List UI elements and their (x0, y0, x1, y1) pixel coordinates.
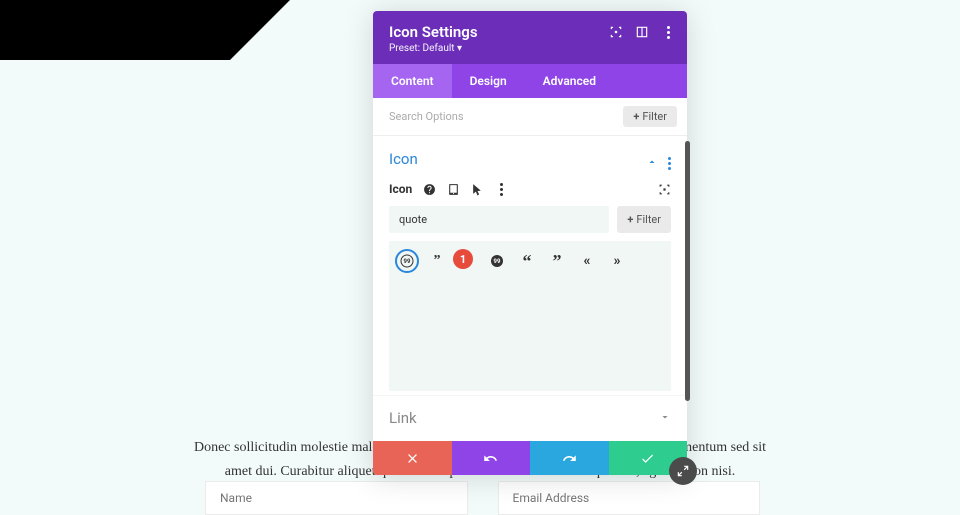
page-header-shape (0, 0, 230, 60)
icon-settings-panel: Icon Settings Preset: Default ▾ Content … (373, 11, 687, 475)
icon-field-row: Icon (389, 182, 671, 196)
search-options-input[interactable]: Search Options (383, 110, 623, 123)
search-filter-button[interactable]: +Filter (623, 106, 677, 127)
section-more-icon[interactable] (668, 148, 671, 170)
tab-advanced[interactable]: Advanced (525, 64, 614, 98)
panel-footer (373, 441, 687, 475)
hover-icon[interactable] (470, 182, 484, 196)
icon-quote-badge[interactable]: 1 (457, 251, 477, 271)
icon-search-input[interactable] (389, 206, 609, 233)
collapse-icon[interactable] (646, 153, 658, 165)
panel-header: Icon Settings Preset: Default ▾ (373, 11, 687, 64)
tab-design[interactable]: Design (452, 64, 525, 98)
resize-handle[interactable] (669, 457, 697, 485)
email-input[interactable] (498, 481, 761, 515)
tab-content[interactable]: Content (373, 64, 452, 98)
icon-quote-right-bold[interactable]: ” (547, 251, 567, 271)
more-icon[interactable] (661, 25, 675, 39)
contact-form (205, 481, 760, 515)
undo-button[interactable] (452, 441, 531, 475)
link-section[interactable]: Link (373, 395, 687, 441)
icon-field-label: Icon (389, 182, 412, 196)
redo-button[interactable] (530, 441, 609, 475)
icon-quote-circle[interactable]: 99 (397, 251, 417, 271)
link-section-title: Link (389, 409, 417, 427)
icon-filter-button[interactable]: +Filter (617, 206, 671, 233)
selection-badge: 1 (453, 249, 473, 269)
svg-text:99: 99 (404, 258, 411, 265)
chevron-down-icon (659, 408, 671, 427)
icon-quote-right-light[interactable]: ” (427, 251, 447, 271)
field-more-icon[interactable] (494, 182, 508, 196)
name-input[interactable] (205, 481, 468, 515)
search-options-row: Search Options +Filter (373, 98, 687, 136)
icon-angle-left-double[interactable]: « (577, 251, 597, 271)
dynamic-content-icon[interactable] (657, 182, 671, 196)
icon-section: Icon Icon +Filter 99 ” 1 (373, 136, 687, 395)
cancel-button[interactable] (373, 441, 452, 475)
help-icon[interactable] (422, 182, 436, 196)
preset-selector[interactable]: Preset: Default ▾ (389, 43, 671, 54)
tablet-icon[interactable] (446, 182, 460, 196)
icon-section-title: Icon (389, 150, 418, 168)
focus-icon[interactable] (609, 25, 623, 39)
svg-text:99: 99 (494, 258, 501, 265)
icon-quote-right-solid[interactable]: 99 (487, 251, 507, 271)
icon-quote-left-bold[interactable]: “ (517, 251, 537, 271)
panel-layout-icon[interactable] (635, 25, 649, 39)
icon-angle-right-double[interactable]: » (607, 251, 627, 271)
icon-picker: 99 ” 1 99 “ ” « » (389, 241, 671, 391)
tabs: Content Design Advanced (373, 64, 687, 98)
